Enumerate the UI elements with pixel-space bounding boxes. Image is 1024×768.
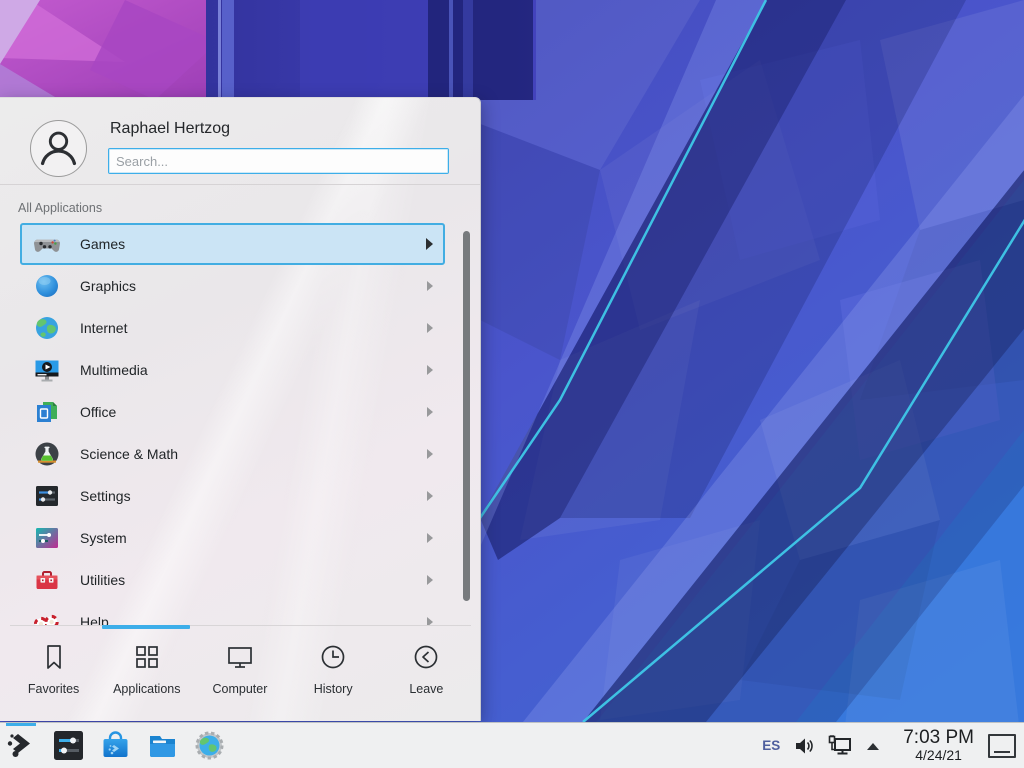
submenu-arrow-icon (427, 323, 433, 333)
section-label: All Applications (18, 201, 102, 215)
discover-button[interactable] (99, 729, 132, 762)
system-sliders-icon (34, 525, 60, 551)
web-browser-icon (193, 729, 226, 762)
submenu-arrow-icon (427, 533, 433, 543)
keyboard-layout-indicator[interactable]: ES (762, 738, 780, 753)
tab-history[interactable]: History (287, 629, 380, 719)
clock-date: 4/24/21 (903, 748, 974, 763)
system-settings-button[interactable] (52, 729, 85, 762)
tab-label: Leave (409, 682, 443, 696)
desktop: Raphael Hertzog All Applications Games (0, 0, 1024, 768)
submenu-arrow-icon (427, 575, 433, 585)
category-label: Utilities (80, 572, 125, 588)
lifebuoy-icon (34, 609, 60, 625)
digital-clock[interactable]: 7:03 PM 4/24/21 (903, 728, 974, 764)
launcher-header: Raphael Hertzog (0, 98, 480, 184)
category-label: Graphics (80, 278, 136, 294)
flask-icon (34, 441, 60, 467)
submenu-arrow-icon (427, 491, 433, 501)
toolbox-icon (34, 567, 60, 593)
sphere-icon (34, 273, 60, 299)
category-graphics[interactable]: Graphics (20, 265, 445, 307)
discover-icon (99, 729, 132, 762)
application-launcher-popup: Raphael Hertzog All Applications Games (0, 97, 481, 721)
web-browser-button[interactable] (193, 729, 226, 762)
volume-icon[interactable] (793, 735, 815, 757)
clock-time: 7:03 PM (903, 728, 974, 749)
category-settings[interactable]: Settings (20, 475, 445, 517)
search-input[interactable] (108, 148, 449, 174)
tab-label: Applications (113, 682, 180, 696)
launcher-open-indicator (6, 723, 36, 726)
file-manager-button[interactable] (146, 729, 179, 762)
category-internet[interactable]: Internet (20, 307, 445, 349)
tab-favorites[interactable]: Favorites (7, 629, 100, 719)
sliders-icon (34, 483, 60, 509)
category-label: Science & Math (80, 446, 178, 462)
category-science-math[interactable]: Science & Math (20, 433, 445, 475)
clock-icon (317, 641, 349, 673)
category-label: Games (80, 236, 125, 252)
grid-icon (131, 641, 163, 673)
kickoff-launcher-button[interactable] (5, 729, 38, 762)
tab-label: History (314, 682, 353, 696)
launcher-tabbar: Favorites Applications Computer (7, 629, 473, 719)
tabbar-separator (10, 625, 471, 626)
category-label: Office (80, 404, 116, 420)
gamepad-icon (34, 231, 60, 257)
computer-icon (224, 641, 256, 673)
category-office[interactable]: Office (20, 391, 445, 433)
submenu-arrow-icon (427, 407, 433, 417)
submenu-arrow-icon (426, 238, 433, 250)
category-label: Internet (80, 320, 127, 336)
category-label: Settings (80, 488, 131, 504)
network-icon[interactable] (827, 734, 853, 758)
category-label: Multimedia (80, 362, 148, 378)
user-icon (31, 121, 86, 176)
system-tray: ES 7:03 PM 4/24/21 (762, 728, 1016, 764)
header-separator (0, 184, 480, 185)
category-games[interactable]: Games (20, 223, 445, 265)
tab-label: Favorites (28, 682, 79, 696)
user-name: Raphael Hertzog (110, 120, 230, 138)
category-system[interactable]: System (20, 517, 445, 559)
category-label: System (80, 530, 127, 546)
category-multimedia[interactable]: Multimedia (20, 349, 445, 391)
submenu-arrow-icon (427, 365, 433, 375)
tray-expander-icon[interactable] (865, 741, 881, 751)
submenu-arrow-icon (427, 617, 433, 625)
globe-icon (34, 315, 60, 341)
list-scrollbar[interactable] (463, 231, 470, 601)
file-manager-icon (146, 729, 179, 762)
submenu-arrow-icon (427, 281, 433, 291)
submenu-arrow-icon (427, 449, 433, 459)
system-settings-icon (52, 729, 85, 762)
taskbar-panel: ES 7:03 PM 4/24/21 (0, 722, 1024, 768)
tab-label: Computer (213, 682, 268, 696)
category-utilities[interactable]: Utilities (20, 559, 445, 601)
monitor-play-icon (34, 357, 60, 383)
category-help[interactable]: Help (20, 601, 445, 625)
category-label: Help (80, 614, 109, 625)
category-list: Games Graphics (20, 223, 445, 625)
kickoff-launcher-icon (5, 729, 38, 762)
leave-icon (410, 641, 442, 673)
bookmark-icon (38, 641, 70, 673)
tab-applications[interactable]: Applications (100, 629, 193, 719)
documents-icon (34, 399, 60, 425)
show-desktop-button[interactable] (988, 734, 1016, 758)
user-avatar[interactable] (30, 120, 87, 177)
tab-computer[interactable]: Computer (193, 629, 286, 719)
tab-leave[interactable]: Leave (380, 629, 473, 719)
